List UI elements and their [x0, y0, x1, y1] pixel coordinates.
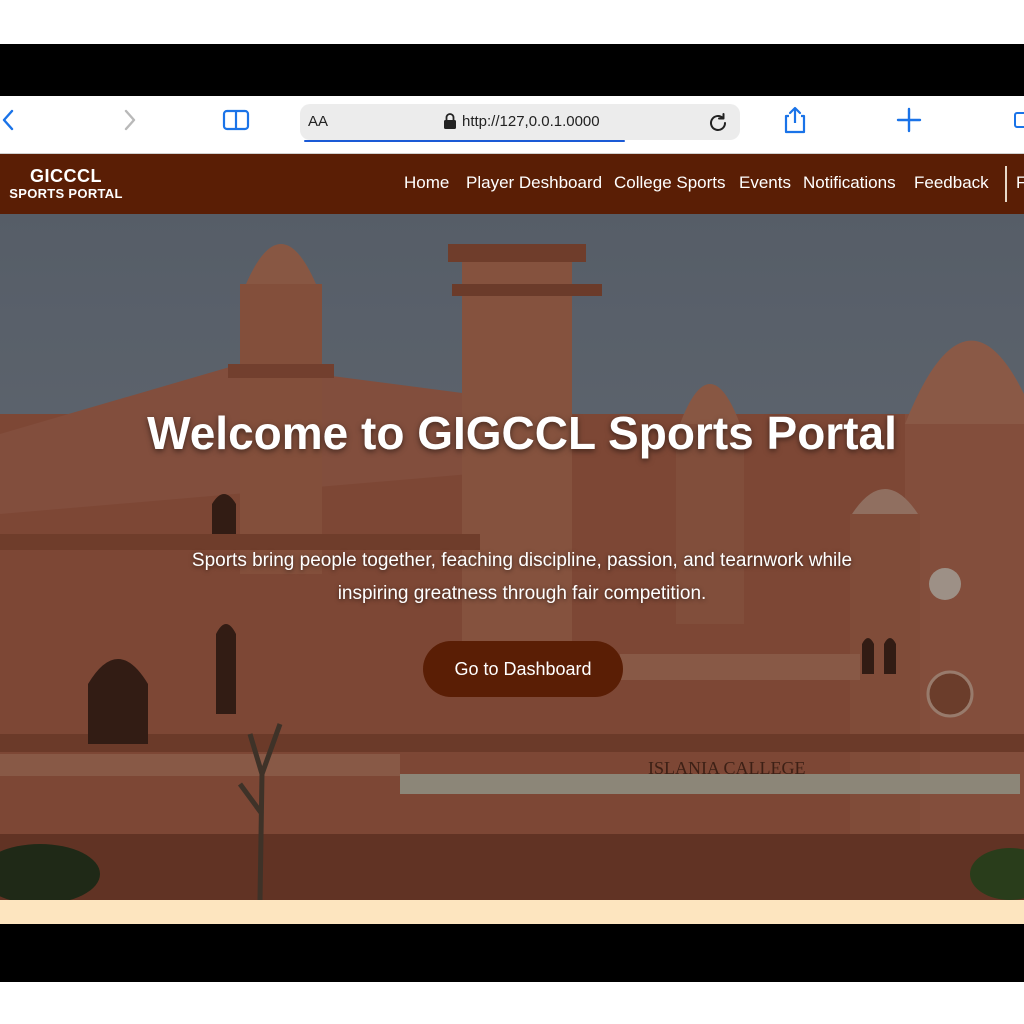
menu-item-college-sports[interactable]: College Sports [614, 173, 726, 193]
brand-title: GICCCL [30, 166, 102, 186]
new-tab-plus-icon[interactable] [893, 106, 925, 134]
bookmarks-book-icon[interactable] [220, 106, 252, 134]
url-text[interactable]: http://127,0.0.1.0000 [462, 113, 600, 130]
device-bezel-bottom [0, 924, 1024, 982]
brand-subtitle: SPORTS PORTAL [9, 186, 123, 201]
reload-icon[interactable] [706, 111, 730, 135]
go-to-dashboard-button[interactable]: Go to Dashboard [423, 641, 623, 697]
forward-chevron-icon[interactable] [118, 106, 142, 134]
menu-item-home[interactable]: Home [404, 173, 449, 193]
hero-section: ISLANIA CALLEGE Welcome to GIGCCL Sports… [0, 214, 1024, 900]
content-strip [0, 900, 1024, 924]
menu-item-player-dashboard[interactable]: Player Deshboard [466, 173, 602, 193]
menu-item-notifications[interactable]: Notifications [803, 173, 896, 193]
tabs-overview-icon[interactable] [1010, 106, 1024, 134]
menu-item-events[interactable]: Events [739, 173, 791, 193]
page-load-progress [304, 140, 625, 142]
lock-icon [444, 113, 456, 129]
browser-toolbar: AA http://127,0.0.1.0000 [0, 96, 1024, 154]
menu-divider [1005, 166, 1007, 202]
device-bezel-top [0, 44, 1024, 96]
share-icon[interactable] [780, 106, 810, 134]
back-chevron-icon[interactable] [0, 106, 16, 134]
menu-item-overflow[interactable]: F [1016, 173, 1024, 193]
hero-title: Welcome to GIGCCL Sports Portal [147, 407, 897, 459]
site-navbar: GICCCL SPORTS PORTAL Home Player Deshboa… [0, 154, 1024, 214]
text-size-button[interactable]: AA [308, 113, 328, 130]
brand-logo[interactable]: GICCCL SPORTS PORTAL [0, 166, 132, 202]
hero-subtitle: Sports bring people together, feaching d… [191, 550, 853, 604]
device-frame-top [0, 0, 1024, 44]
address-bar[interactable]: AA http://127,0.0.1.0000 [300, 104, 740, 142]
device-frame-bottom [0, 982, 1024, 1024]
menu-item-feedback[interactable]: Feedback [914, 173, 989, 193]
